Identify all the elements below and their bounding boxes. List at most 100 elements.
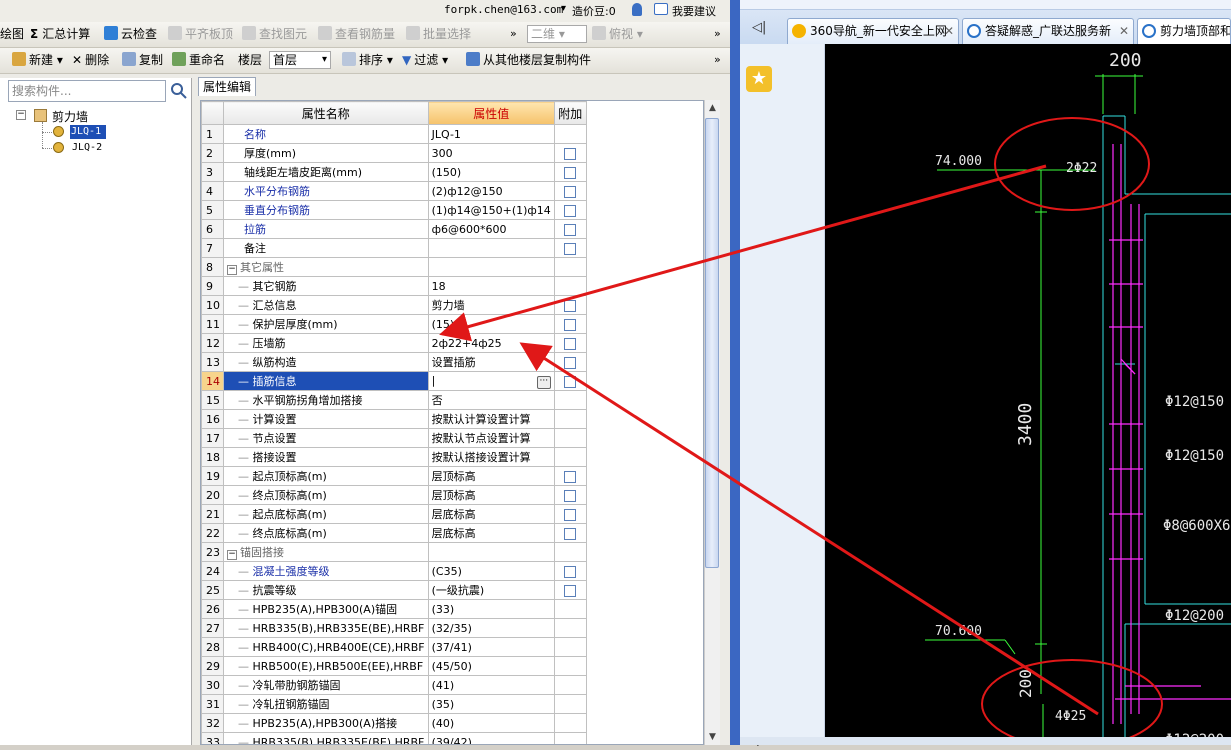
property-row[interactable]: 16— 计算设置 按默认计算设置计算 [201, 409, 587, 429]
property-row[interactable]: 25— 抗震等级 (一级抗震) [201, 580, 587, 600]
property-row[interactable]: 9— 其它钢筋 18 [201, 276, 587, 296]
tree-item-jlq-1[interactable]: JLQ-1 [70, 125, 106, 139]
tab-shear-wall[interactable]: 剪力墙顶部和 [1137, 18, 1231, 44]
toolbar-overflow-icon[interactable]: » [510, 22, 517, 46]
property-row[interactable]: 23− 锚固搭接 [201, 542, 587, 562]
property-value[interactable]: (39/42) [427, 732, 555, 744]
property-value[interactable]: 设置插筋 [427, 352, 555, 372]
extra-checkbox[interactable] [564, 318, 577, 331]
account-email[interactable]: forpk.chen@163.com [444, 3, 563, 16]
property-value[interactable]: 18 [427, 276, 555, 296]
property-row[interactable]: 12— 压墙筋 2ф22+4ф25 [201, 333, 587, 353]
property-value[interactable]: 层顶标高 [427, 466, 555, 486]
property-value[interactable]: 按默认节点设置计算 [427, 428, 555, 448]
extra-checkbox[interactable] [564, 356, 577, 369]
property-row[interactable]: 11— 保护层厚度(mm) (15) [201, 314, 587, 334]
toolbar-overflow-icon-2[interactable]: » [714, 22, 721, 46]
view-top-button[interactable]: 俯视 ▾ [592, 22, 643, 46]
property-row[interactable]: 14— 插筋信息 | ··· [201, 371, 587, 391]
property-row[interactable]: 5 垂直分布钢筋 (1)ф14@150+(1)ф14 [201, 200, 587, 220]
suggest-link[interactable]: 我要建议 [672, 3, 716, 19]
col-value-header[interactable]: 属性值 [427, 101, 555, 125]
scroll-up-icon[interactable]: ▲ [705, 100, 720, 116]
summary-button[interactable]: Σ 汇总计算 [30, 22, 90, 46]
bell-icon[interactable] [632, 3, 642, 16]
property-value[interactable]: 2ф22+4ф25 [427, 333, 555, 353]
property-value[interactable]: (41) [427, 675, 555, 695]
property-row[interactable]: 27— HRB335(B),HRB335E(BE),HRBF (32/35) [201, 618, 587, 638]
property-value[interactable]: (C35) [427, 561, 555, 581]
extra-checkbox[interactable] [564, 584, 577, 597]
property-value[interactable]: (15) [427, 314, 555, 334]
search-icon[interactable] [168, 80, 190, 102]
col-extra-header[interactable]: 附加 [553, 101, 587, 125]
property-value[interactable]: (45/50) [427, 656, 555, 676]
property-value[interactable]: JLQ-1 [427, 124, 555, 144]
rename-button[interactable]: 重命名 [172, 48, 225, 72]
account-dropdown-icon[interactable]: ▾ [561, 3, 566, 14]
collapse-icon[interactable]: − [16, 110, 26, 120]
property-row[interactable]: 3 轴线距左墙皮距离(mm) (150) [201, 162, 587, 182]
property-row[interactable]: 26— HPB235(A),HPB300(A)锚固 (33) [201, 599, 587, 619]
extra-checkbox[interactable] [564, 299, 577, 312]
scroll-down-icon[interactable]: ▼ [705, 729, 720, 745]
extra-checkbox[interactable] [564, 204, 577, 217]
property-value[interactable]: 否 [427, 390, 555, 410]
property-row[interactable]: 7 备注 [201, 238, 587, 258]
view-2d-select[interactable]: 二维 ▾ [527, 25, 587, 43]
property-value[interactable]: (一级抗震) [427, 580, 555, 600]
find-element-button[interactable]: 查找图元 [242, 22, 307, 46]
property-row[interactable]: 28— HRB400(C),HRB400E(CE),HRBF (37/41) [201, 637, 587, 657]
batch-select-button[interactable]: 批量选择 [406, 22, 471, 46]
scroll-thumb[interactable] [705, 118, 719, 568]
property-value[interactable] [427, 542, 555, 562]
property-row[interactable]: 22— 终点底标高(m) 层底标高 [201, 523, 587, 543]
search-input[interactable]: 搜索构件... [8, 80, 166, 102]
property-value[interactable]: (150) [427, 162, 555, 182]
property-row[interactable]: 19— 起点顶标高(m) 层顶标高 [201, 466, 587, 486]
property-value[interactable]: 按默认搭接设置计算 [427, 447, 555, 467]
col-name-header[interactable]: 属性名称 [223, 101, 429, 125]
property-row[interactable]: 1 名称 JLQ-1 [201, 124, 587, 144]
property-value[interactable]: (35) [427, 694, 555, 714]
delete-button[interactable]: ✕ 删除 [72, 48, 109, 72]
view-rebar-button[interactable]: 查看钢筋量 [318, 22, 395, 46]
copy-button[interactable]: 复制 [122, 48, 163, 72]
property-row[interactable]: 20— 终点顶标高(m) 层顶标高 [201, 485, 587, 505]
property-row[interactable]: 15— 水平钢筋拐角增加搭接否 [201, 390, 587, 410]
property-value[interactable] [427, 257, 555, 277]
property-row[interactable]: 33— HRB335(B),HRB335E(BE),HRBF (39/42) [201, 732, 587, 744]
property-value[interactable]: 层底标高 [427, 504, 555, 524]
property-row[interactable]: 21— 起点底标高(m) 层底标高 [201, 504, 587, 524]
extra-checkbox[interactable] [564, 375, 577, 388]
property-row[interactable]: 13— 纵筋构造 设置插筋 [201, 352, 587, 372]
floor-select[interactable]: 首层 ▾ [269, 51, 331, 69]
extra-checkbox[interactable] [564, 527, 577, 540]
tab-property-edit[interactable]: 属性编辑 [198, 77, 256, 96]
property-value[interactable]: (40) [427, 713, 555, 733]
sort-button[interactable]: 排序 ▾ [342, 48, 393, 72]
property-row[interactable]: 2 厚度(mm) 300 [201, 143, 587, 163]
collapse-icon[interactable]: − [227, 265, 237, 275]
copy-from-floor-button[interactable]: 从其他楼层复制构件 [466, 48, 591, 72]
close-icon[interactable]: ✕ [1119, 19, 1129, 43]
property-row[interactable]: 29— HRB500(E),HRB500E(EE),HRBF (45/50) [201, 656, 587, 676]
property-row[interactable]: 8− 其它属性 [201, 257, 587, 277]
extra-checkbox[interactable] [564, 242, 577, 255]
cloud-check-button[interactable]: 云检查 [104, 22, 157, 46]
extra-checkbox[interactable] [564, 470, 577, 483]
group-header[interactable]: − 其它属性 [223, 257, 429, 277]
extra-checkbox[interactable] [564, 565, 577, 578]
extra-checkbox[interactable] [564, 489, 577, 502]
property-row[interactable]: 10— 汇总信息 剪力墙 [201, 295, 587, 315]
property-value[interactable]: 剪力墙 [427, 295, 555, 315]
collapse-icon[interactable]: − [227, 550, 237, 560]
property-value[interactable]: (33) [427, 599, 555, 619]
extra-checkbox[interactable] [564, 337, 577, 350]
extra-checkbox[interactable] [564, 508, 577, 521]
property-row[interactable]: 32— HPB235(A),HPB300(A)搭接 (40) [201, 713, 587, 733]
property-value[interactable]: (32/35) [427, 618, 555, 638]
property-row[interactable]: 30— 冷轧带肋钢筋锚固 (41) [201, 675, 587, 695]
tree-item-jlq-2[interactable]: JLQ-2 [72, 141, 102, 155]
tab-qa[interactable]: 答疑解惑_广联达服务新 ✕ [962, 18, 1134, 44]
